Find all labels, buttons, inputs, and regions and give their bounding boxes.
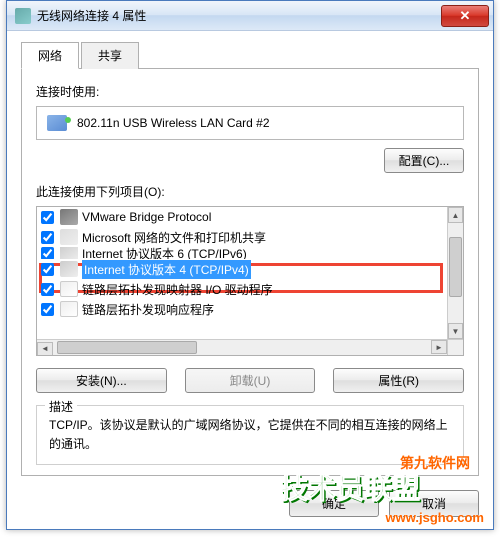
tab-panel-network: 连接时使用: 802.11n USB Wireless LAN Card #2 … <box>21 69 479 476</box>
service-icon <box>60 229 78 245</box>
dialog-content: 网络 共享 连接时使用: 802.11n USB Wireless LAN Ca… <box>7 31 493 529</box>
items-label: 此连接使用下列项目(O): <box>36 183 464 200</box>
list-item-selected[interactable]: Internet 协议版本 4 (TCP/IPv4) <box>37 259 447 279</box>
dialog-button-row: 确定 取消 <box>21 490 479 517</box>
cancel-button[interactable]: 取消 <box>389 490 479 517</box>
properties-button[interactable]: 属性(R) <box>333 368 464 393</box>
tab-network[interactable]: 网络 <box>21 42 79 69</box>
item-label: Internet 协议版本 4 (TCP/IPv4) <box>82 260 251 279</box>
list-item[interactable]: Microsoft 网络的文件和打印机共享 <box>37 227 447 247</box>
list-item[interactable]: 链路层拓扑发现响应程序 <box>37 299 447 319</box>
scroll-right-button[interactable]: ► <box>431 340 447 354</box>
protocol-icon <box>60 261 78 277</box>
item-checkbox[interactable] <box>41 211 54 224</box>
window-icon <box>15 8 31 24</box>
scroll-thumb-v[interactable] <box>449 237 462 297</box>
item-label: VMware Bridge Protocol <box>82 210 211 224</box>
item-checkbox[interactable] <box>41 283 54 296</box>
protocol-icon <box>60 209 78 225</box>
item-label: Microsoft 网络的文件和打印机共享 <box>82 229 266 246</box>
adapter-label: 连接时使用: <box>36 83 464 100</box>
list-item[interactable]: 链路层拓扑发现映射器 I/O 驱动程序 <box>37 279 447 299</box>
components-listbox[interactable]: VMware Bridge Protocol Microsoft 网络的文件和打… <box>36 206 464 356</box>
window-title: 无线网络连接 4 属性 <box>37 7 441 24</box>
item-checkbox[interactable] <box>41 231 54 244</box>
tab-strip: 网络 共享 <box>21 41 479 69</box>
configure-button[interactable]: 配置(C)... <box>384 148 464 173</box>
scroll-corner <box>447 339 463 355</box>
network-adapter-icon <box>47 115 67 131</box>
install-button[interactable]: 安装(N)... <box>36 368 167 393</box>
item-checkbox[interactable] <box>41 263 54 276</box>
driver-icon <box>60 281 78 297</box>
description-group: 描述 TCP/IP。该协议是默认的广域网络协议，它提供在不同的相互连接的网络上的… <box>36 405 464 465</box>
properties-dialog: 无线网络连接 4 属性 ✕ 网络 共享 连接时使用: 802.11n USB W… <box>6 0 494 530</box>
scroll-up-button[interactable]: ▲ <box>448 207 463 223</box>
scroll-left-button[interactable]: ◄ <box>37 342 53 356</box>
titlebar: 无线网络连接 4 属性 ✕ <box>7 1 493 31</box>
item-label: 链路层拓扑发现映射器 I/O 驱动程序 <box>82 281 273 298</box>
description-text: TCP/IP。该协议是默认的广域网络协议，它提供在不同的相互连接的网络上的通讯。 <box>49 416 451 454</box>
close-button[interactable]: ✕ <box>441 5 489 27</box>
item-checkbox[interactable] <box>41 303 54 316</box>
tab-sharing[interactable]: 共享 <box>81 42 139 69</box>
list-item[interactable]: Internet 协议版本 6 (TCP/IPv6) <box>37 247 447 259</box>
item-checkbox[interactable] <box>41 247 54 259</box>
scroll-thumb-h[interactable] <box>57 341 197 354</box>
adapter-name: 802.11n USB Wireless LAN Card #2 <box>77 116 270 130</box>
vertical-scrollbar[interactable]: ▲ ▼ <box>447 207 463 339</box>
list-item[interactable]: VMware Bridge Protocol <box>37 207 447 227</box>
adapter-box: 802.11n USB Wireless LAN Card #2 <box>36 106 464 140</box>
uninstall-button[interactable]: 卸载(U) <box>185 368 316 393</box>
item-label: Internet 协议版本 6 (TCP/IPv6) <box>82 247 247 259</box>
component-button-row: 安装(N)... 卸载(U) 属性(R) <box>36 368 464 393</box>
description-title: 描述 <box>45 398 77 415</box>
protocol-icon <box>60 247 78 259</box>
driver-icon <box>60 301 78 317</box>
item-label: 链路层拓扑发现响应程序 <box>82 301 214 318</box>
scroll-down-button[interactable]: ▼ <box>448 323 463 339</box>
ok-button[interactable]: 确定 <box>289 490 379 517</box>
horizontal-scrollbar[interactable]: ◄ ► <box>37 339 447 355</box>
